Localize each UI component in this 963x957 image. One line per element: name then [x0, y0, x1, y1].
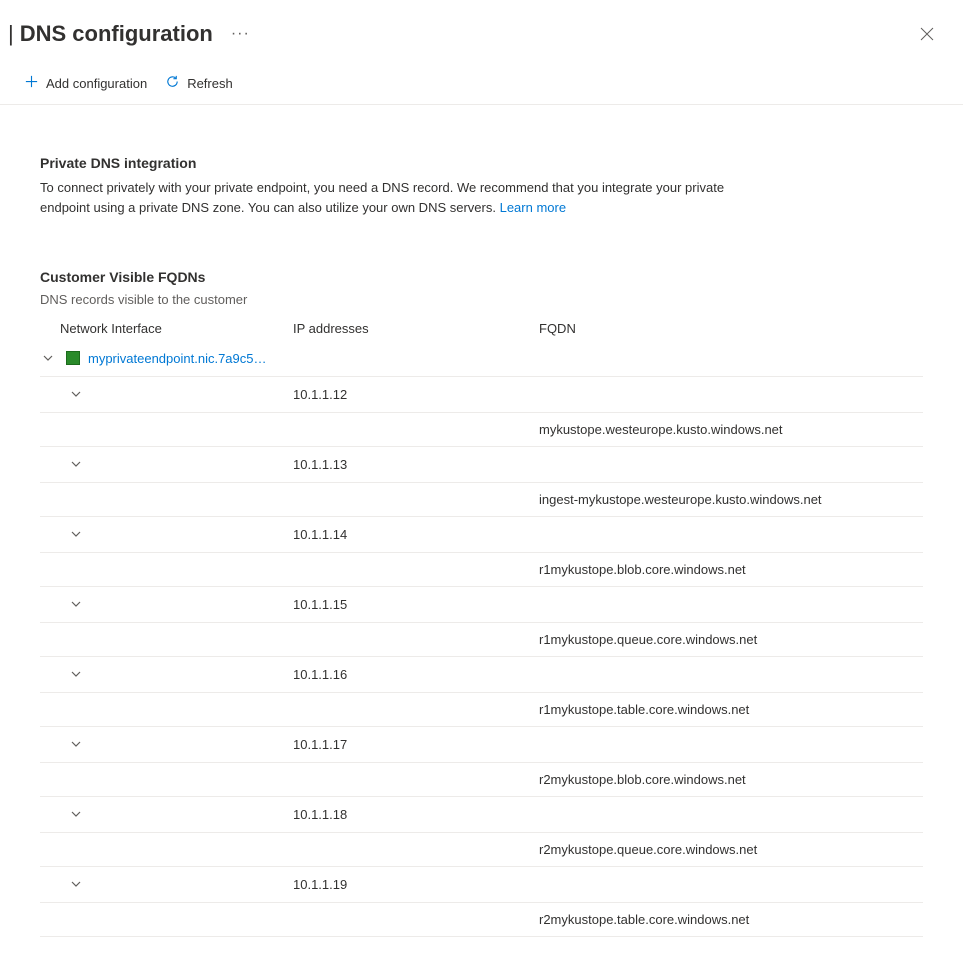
fqdn-row: r2mykustope.queue.core.windows.net [40, 833, 923, 867]
chevron-down-icon[interactable] [68, 736, 84, 752]
fqdn-row: r2mykustope.blob.core.windows.net [40, 763, 923, 797]
col-fqdn: FQDN [539, 321, 923, 336]
ip-row: 10.1.1.14 [40, 517, 923, 553]
col-network-interface: Network Interface [50, 321, 293, 336]
close-icon [920, 27, 934, 41]
fqdn-value: r1mykustope.table.core.windows.net [539, 702, 923, 717]
ip-row: 10.1.1.13 [40, 447, 923, 483]
ip-row: 10.1.1.15 [40, 587, 923, 623]
ip-row: 10.1.1.17 [40, 727, 923, 763]
toolbar: Add configuration Refresh [0, 68, 963, 105]
chevron-down-icon[interactable] [40, 350, 56, 366]
refresh-icon [165, 74, 180, 92]
fqdn-row: mykustope.westeurope.kusto.windows.net [40, 413, 923, 447]
learn-more-link[interactable]: Learn more [500, 200, 566, 215]
fqdn-section: Customer Visible FQDNs DNS records visib… [40, 269, 923, 937]
intro-desc: To connect privately with your private e… [40, 178, 740, 217]
chevron-down-icon[interactable] [68, 596, 84, 612]
fqdn-row: ingest-mykustope.westeurope.kusto.window… [40, 483, 923, 517]
col-ip: IP addresses [293, 321, 539, 336]
more-icon[interactable]: ··· [231, 25, 250, 43]
ip-value: 10.1.1.15 [293, 597, 539, 612]
ip-value: 10.1.1.18 [293, 807, 539, 822]
ip-value: 10.1.1.16 [293, 667, 539, 682]
ip-row: 10.1.1.18 [40, 797, 923, 833]
intro-section: Private DNS integration To connect priva… [40, 155, 923, 217]
ip-value: 10.1.1.17 [293, 737, 539, 752]
fqdn-value: r1mykustope.blob.core.windows.net [539, 562, 923, 577]
chevron-down-icon[interactable] [68, 456, 84, 472]
ip-value: 10.1.1.14 [293, 527, 539, 542]
chevron-down-icon[interactable] [68, 806, 84, 822]
ip-value: 10.1.1.13 [293, 457, 539, 472]
title-prefix: | [8, 21, 14, 47]
ip-value: 10.1.1.12 [293, 387, 539, 402]
refresh-button[interactable]: Refresh [165, 74, 233, 92]
fqdn-value: r2mykustope.queue.core.windows.net [539, 842, 923, 857]
ip-row: 10.1.1.19 [40, 867, 923, 903]
fqdn-value: ingest-mykustope.westeurope.kusto.window… [539, 492, 923, 507]
table-header: Network Interface IP addresses FQDN [40, 317, 923, 340]
page-title: DNS configuration [20, 21, 213, 47]
add-configuration-button[interactable]: Add configuration [24, 74, 147, 92]
fqdn-title: Customer Visible FQDNs [40, 269, 923, 285]
fqdn-desc: DNS records visible to the customer [40, 292, 923, 307]
fqdn-row: r1mykustope.table.core.windows.net [40, 693, 923, 727]
fqdn-row: r1mykustope.queue.core.windows.net [40, 623, 923, 657]
fqdn-value: mykustope.westeurope.kusto.windows.net [539, 422, 923, 437]
chevron-down-icon[interactable] [68, 386, 84, 402]
ip-row: 10.1.1.16 [40, 657, 923, 693]
refresh-label: Refresh [187, 76, 233, 91]
plus-icon [24, 74, 39, 92]
intro-desc-text: To connect privately with your private e… [40, 180, 724, 215]
chevron-down-icon[interactable] [68, 526, 84, 542]
add-label: Add configuration [46, 76, 147, 91]
fqdn-row: r1mykustope.blob.core.windows.net [40, 553, 923, 587]
intro-title: Private DNS integration [40, 155, 923, 171]
content: Private DNS integration To connect priva… [0, 105, 963, 957]
close-button[interactable] [911, 18, 943, 50]
panel-header: | DNS configuration ··· [0, 0, 963, 68]
nic-icon [66, 351, 80, 365]
fqdn-value: r1mykustope.queue.core.windows.net [539, 632, 923, 647]
ip-value: 10.1.1.19 [293, 877, 539, 892]
ip-row: 10.1.1.12 [40, 377, 923, 413]
fqdn-value: r2mykustope.blob.core.windows.net [539, 772, 923, 787]
nic-group-row: myprivateendpoint.nic.7a9c52… [40, 340, 923, 377]
nic-link[interactable]: myprivateendpoint.nic.7a9c52… [88, 351, 268, 366]
fqdn-value: r2mykustope.table.core.windows.net [539, 912, 923, 927]
chevron-down-icon[interactable] [68, 666, 84, 682]
fqdn-row: r2mykustope.table.core.windows.net [40, 903, 923, 937]
fqdn-rows: 10.1.1.12 mykustope.westeurope.kusto.wind… [40, 377, 923, 937]
chevron-down-icon[interactable] [68, 876, 84, 892]
